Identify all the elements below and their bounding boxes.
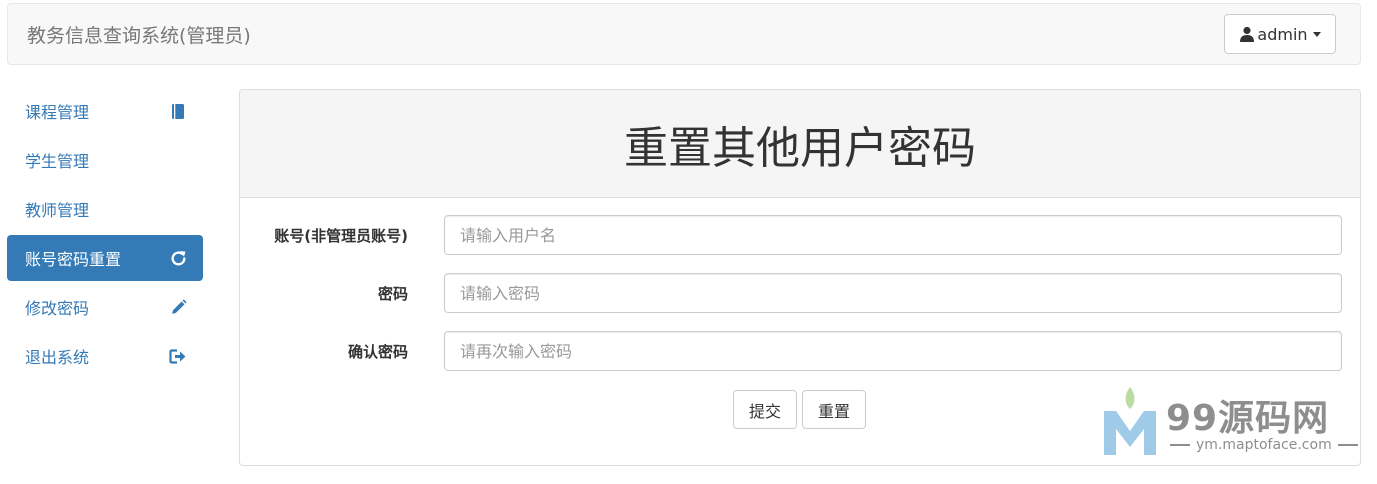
form-group-username: 账号(非管理员账号): [240, 215, 1360, 255]
watermark-name: 99源码网: [1166, 398, 1330, 439]
sidebar: 课程管理 学生管理 教师管理 账号密码重置 修改密码 退出系统: [7, 88, 203, 382]
confirm-password-input[interactable]: [444, 331, 1342, 371]
user-menu-button[interactable]: admin: [1224, 14, 1336, 54]
sidebar-item-logout[interactable]: 退出系统: [7, 333, 203, 379]
watermark-url: ym.maptoface.com: [1164, 437, 1364, 453]
sidebar-item-change-password[interactable]: 修改密码: [7, 284, 203, 330]
user-name: admin: [1257, 24, 1308, 44]
confirm-password-label: 确认密码: [347, 343, 408, 361]
sidebar-item-label: 退出系统: [25, 348, 90, 367]
sidebar-item-account-password-reset[interactable]: 账号密码重置: [7, 235, 203, 281]
pencil-icon: [168, 297, 188, 317]
caret-down-icon: [1312, 31, 1321, 37]
refresh-icon: [168, 248, 188, 268]
sidebar-item-label: 学生管理: [25, 152, 90, 171]
page-title: 重置其他用户密码: [624, 122, 976, 174]
form-group-confirm-password: 确认密码: [240, 331, 1360, 371]
watermark-logo-icon: [1104, 387, 1156, 455]
sidebar-item-course-management[interactable]: 课程管理: [7, 88, 203, 134]
username-label: 账号(非管理员账号): [274, 227, 408, 245]
password-label: 密码: [377, 285, 408, 303]
sidebar-item-label: 修改密码: [25, 299, 90, 318]
sidebar-item-student-management[interactable]: 学生管理: [7, 137, 203, 183]
sidebar-item-teacher-management[interactable]: 教师管理: [7, 186, 203, 232]
form-group-password: 密码: [240, 273, 1360, 313]
panel-heading: 重置其他用户密码: [240, 90, 1360, 198]
logout-icon: [168, 346, 188, 366]
sidebar-item-label: 教师管理: [25, 201, 90, 220]
reset-button[interactable]: 重置: [802, 390, 866, 429]
sidebar-item-label: 账号密码重置: [25, 250, 122, 269]
password-input[interactable]: [444, 273, 1342, 313]
watermark: 99源码网 ym.maptoface.com: [1100, 385, 1365, 460]
user-icon: [1240, 26, 1255, 42]
submit-button[interactable]: 提交: [733, 390, 797, 429]
top-navbar: 教务信息查询系统(管理员) admin: [7, 3, 1361, 65]
sidebar-item-label: 课程管理: [25, 103, 90, 122]
username-input[interactable]: [444, 215, 1342, 255]
book-icon: [168, 101, 188, 121]
app-title: 教务信息查询系统(管理员): [27, 25, 251, 47]
